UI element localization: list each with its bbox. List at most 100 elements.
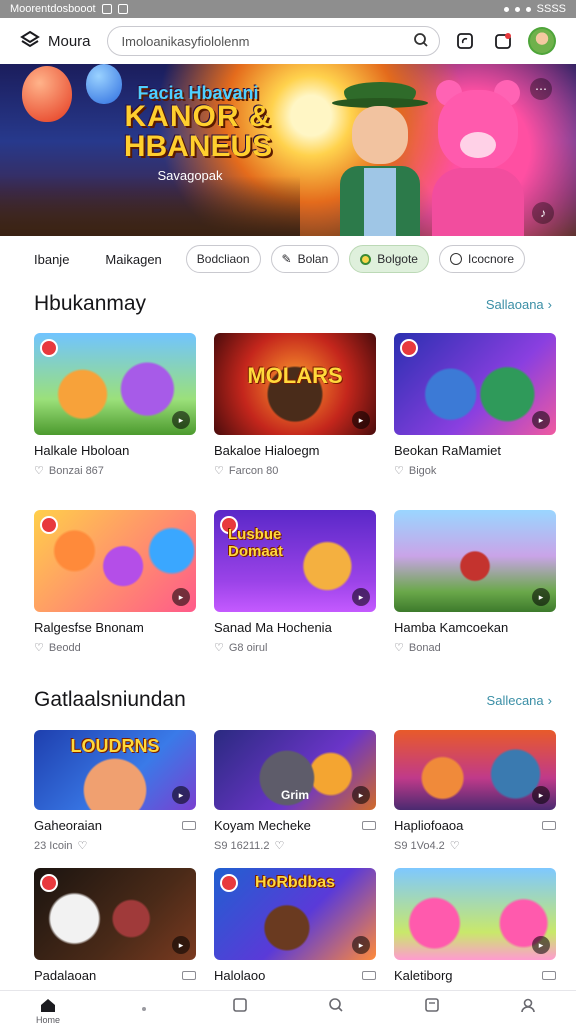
play-icon: ▸ (532, 411, 550, 429)
heart-icon: ♡ (274, 840, 285, 852)
app-name: Moura (48, 32, 91, 50)
cast-icon[interactable] (452, 28, 478, 54)
search-bar[interactable] (106, 26, 441, 56)
game-thumbnail: HoRbdbas ▸ (214, 868, 376, 960)
thumbnail-label: LOUDRNS (70, 736, 160, 756)
notification-icon (101, 4, 112, 14)
section-title: Gatlaalsniundan (34, 688, 186, 711)
see-all-link[interactable]: Sallecana › (487, 693, 552, 708)
tv-icon (182, 821, 196, 830)
tv-icon (362, 821, 376, 830)
home-icon (41, 999, 55, 1012)
hero-banner[interactable]: Facia Hbavani KANOR & HBANEUS Savagopak … (0, 64, 576, 236)
chip-2[interactable]: Bolgote (349, 245, 429, 273)
play-icon: ▸ (532, 936, 550, 954)
badge-icon (40, 339, 58, 357)
game-card[interactable]: ▸ Halkale Hboloan ♡ Bonzai 867 (34, 333, 196, 477)
chip-0[interactable]: Bodcliaon (185, 245, 261, 273)
search-icon[interactable] (413, 32, 429, 51)
profile-icon (521, 998, 535, 1013)
more-icon[interactable]: ⋯ (530, 78, 552, 100)
game-thumbnail: ▸ (394, 868, 556, 960)
play-icon: ▸ (172, 786, 190, 804)
game-card[interactable]: HoRbdbas ▸ Halolaoo (214, 868, 376, 983)
section-title: Hbukanmay (34, 292, 147, 315)
section-header: Gatlaalsniundan Sallecana › (34, 688, 552, 712)
balloon-icon (22, 66, 72, 122)
chip-3[interactable]: Icocnore (438, 245, 526, 273)
game-thumbnail: ▸ (394, 333, 556, 435)
game-card[interactable]: MOLARS ▸ Bakaloe Hialoegm ♡ Farcon 80 (214, 333, 376, 477)
game-thumbnail: LOUDRNS ▸ (34, 730, 196, 810)
signal-icon (514, 6, 520, 12)
hero-title: Facia Hbavani KANOR & HBANEUS (123, 83, 273, 163)
game-thumbnail: Lusbue Domaat ▸ (214, 510, 376, 612)
tv-icon (542, 971, 556, 980)
play-icon: ▸ (352, 786, 370, 804)
nav-search[interactable] (306, 997, 366, 1013)
tv-icon (182, 971, 196, 980)
badge-icon (40, 874, 58, 892)
nav-profile[interactable] (498, 997, 558, 1013)
game-thumbnail: ▸ (34, 510, 196, 612)
search-input[interactable] (121, 33, 392, 49)
nav-item[interactable] (114, 997, 174, 1011)
nav-home[interactable]: Home (18, 997, 78, 1024)
heart-icon: ♡ (394, 465, 404, 477)
thumbnail-label: HoRbdbas (255, 874, 335, 891)
heart-icon: ♡ (214, 642, 224, 654)
status-bar: Moorentdosbooot SSSS (0, 0, 576, 18)
thumbnail-label: Lusbue Domaat (228, 526, 284, 560)
battery-text: SSSS (536, 3, 566, 15)
heart-icon: ♡ (34, 465, 44, 477)
game-card[interactable]: Lusbue Domaat ▸ Sanad Ma Hochenia ♡ G8 oi… (214, 510, 376, 654)
play-icon: ▸ (172, 936, 190, 954)
badge-icon (400, 339, 418, 357)
badge-icon (40, 516, 58, 534)
game-card[interactable]: ▸ Beokan RaMamiet ♡ Bigok (394, 333, 556, 477)
play-icon: ▸ (172, 411, 190, 429)
hero-tagline: Savagopak (157, 168, 223, 183)
play-icon: ▸ (532, 588, 550, 606)
music-icon[interactable]: ♪ (532, 202, 554, 224)
game-card[interactable]: Grim ▸ Koyam Mecheke S9 16211.2 ♡ (214, 730, 376, 852)
heart-icon: ♡ (77, 840, 88, 852)
pencil-icon: ✎ (281, 252, 292, 266)
app-logo[interactable]: Moura (20, 30, 91, 52)
game-card[interactable]: LOUDRNS ▸ Gaheoraian 23 Icoin ♡ (34, 730, 196, 852)
game-card[interactable]: ▸ Kaletiborg (394, 868, 556, 983)
play-icon: ▸ (532, 786, 550, 804)
logo-icon (20, 30, 40, 52)
game-thumbnail: ▸ (34, 333, 196, 435)
signal-icon (503, 6, 509, 12)
farmer-character (330, 82, 430, 236)
game-card[interactable]: ▸ Hamba Kamcoekan ♡ Bonad (394, 510, 556, 654)
balloon-icon (86, 64, 122, 104)
game-card[interactable]: ▸ Padalaoan (34, 868, 196, 983)
game-thumbnail: Grim ▸ (214, 730, 376, 810)
filter-chips: Ibanje Maikagen Bodcliaon ✎ Bolan Bolgot… (0, 244, 576, 274)
game-thumbnail: ▸ (394, 510, 556, 612)
chip-1[interactable]: ✎ Bolan (270, 245, 340, 273)
bottom-nav: Home (0, 990, 576, 1024)
tab-1[interactable]: Maikagen (105, 252, 161, 267)
play-icon: ▸ (172, 588, 190, 606)
nav-inbox[interactable] (402, 997, 462, 1013)
play-icon: ▸ (352, 588, 370, 606)
tv-icon (542, 821, 556, 830)
tab-0[interactable]: Ibanje (34, 252, 69, 267)
nav-library[interactable] (210, 997, 270, 1013)
search-icon (329, 998, 343, 1012)
game-card[interactable]: ▸ Hapliofoaoa S9 1Vo4.2 ♡ (394, 730, 556, 852)
inbox-icon (425, 998, 439, 1012)
heart-icon: ♡ (34, 642, 44, 654)
tv-icon (362, 971, 376, 980)
see-all-link[interactable]: Sallaoana › (486, 297, 552, 312)
chevron-right-icon: › (547, 296, 552, 312)
heart-icon: ♡ (449, 840, 460, 852)
avatar[interactable] (528, 27, 557, 55)
game-card[interactable]: ▸ Ralgesfse Bnonam ♡ Beodd (34, 510, 196, 654)
badge-icon (360, 253, 372, 265)
wifi-icon (525, 6, 531, 12)
notification-bell-icon[interactable] (490, 28, 516, 54)
